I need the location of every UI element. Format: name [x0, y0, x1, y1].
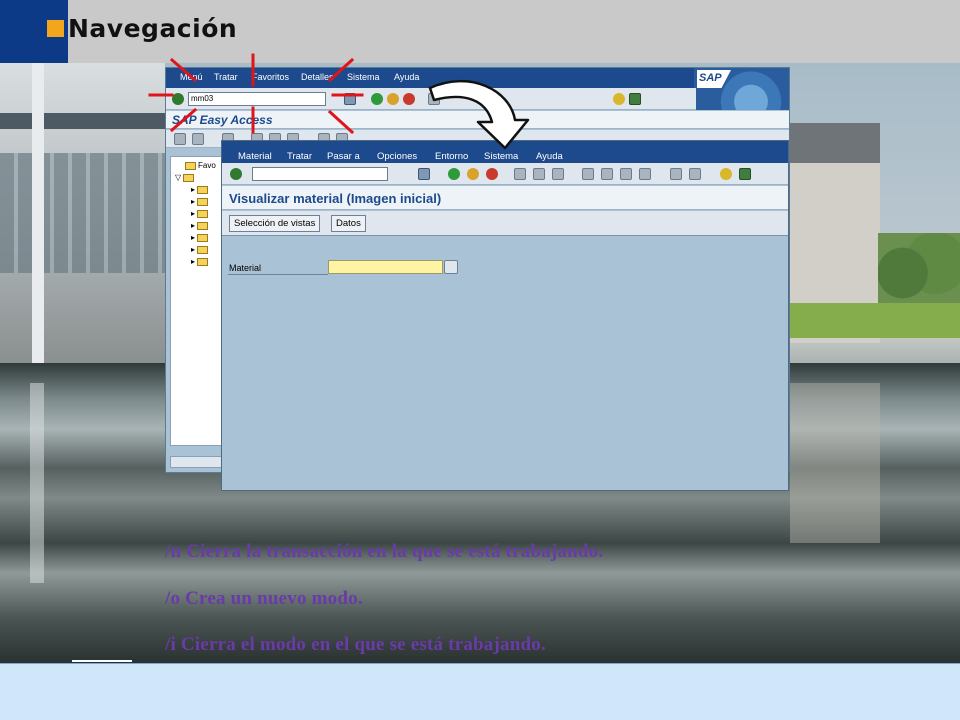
slide-title: Navegación	[68, 14, 238, 43]
sap-logo: SAP	[697, 70, 731, 88]
menu-item-entorno[interactable]: Entorno	[435, 151, 468, 162]
menu-item-opciones[interactable]: Opciones	[377, 151, 417, 162]
menu-item-favoritos[interactable]: Favoritos	[252, 72, 289, 82]
save-icon[interactable]	[344, 93, 356, 105]
cancel-icon[interactable]	[486, 168, 498, 180]
folder-icon	[185, 161, 196, 170]
next-page-icon[interactable]	[620, 168, 632, 180]
back-icon[interactable]	[448, 168, 460, 180]
enter-icon[interactable]	[172, 93, 184, 105]
layout-icon[interactable]	[739, 168, 751, 180]
exit-icon[interactable]	[387, 93, 399, 105]
footer-line	[72, 660, 132, 662]
folder-icon	[197, 221, 209, 230]
previous-page-icon[interactable]	[601, 168, 613, 180]
tree-node[interactable]: ▸	[191, 209, 210, 218]
standard-toolbar	[222, 163, 788, 185]
menubar: Material Tratar Pasar a Opciones Entorno…	[222, 141, 788, 163]
shortcut-icon[interactable]	[689, 168, 701, 180]
tree-node-favorites[interactable]: Favo	[185, 161, 216, 170]
folder-icon	[183, 173, 195, 182]
folder-icon	[197, 185, 209, 194]
title-bar: Visualizar material (Imagen inicial)	[222, 186, 788, 210]
menu-item-tratar[interactable]: Tratar	[287, 151, 312, 162]
new-session-icon[interactable]	[670, 168, 682, 180]
menu-item-material[interactable]: Material	[238, 151, 272, 162]
exit-icon[interactable]	[467, 168, 479, 180]
material-label: Material	[229, 263, 262, 273]
menu-item-ayuda[interactable]: Ayuda	[394, 72, 419, 82]
folder-icon	[197, 197, 209, 206]
tree-node[interactable]: ▸	[191, 245, 210, 254]
material-input[interactable]	[328, 260, 443, 274]
folder-icon	[197, 257, 209, 266]
help-icon[interactable]	[613, 93, 625, 105]
save-icon[interactable]	[418, 168, 430, 180]
tree-node[interactable]: ▸	[191, 257, 210, 266]
print-icon[interactable]	[428, 93, 440, 105]
note-n: /n Cierra la transacción en la que se es…	[165, 541, 604, 562]
application-toolbar: Selección de vistas Datos	[222, 211, 788, 236]
sap-menu-icon[interactable]	[192, 133, 204, 145]
find-next-icon[interactable]	[552, 168, 564, 180]
last-page-icon[interactable]	[639, 168, 651, 180]
footer-band	[0, 663, 960, 720]
menu-tree: Favo ▽ ▸ ▸ ▸ ▸ ▸ ▸ ▸	[170, 156, 222, 446]
command-field[interactable]	[252, 167, 388, 181]
select-views-button[interactable]: Selección de vistas	[229, 215, 321, 232]
menu-item-ayuda[interactable]: Ayuda	[536, 151, 563, 162]
menu-item-detalles[interactable]: Detalles	[301, 72, 334, 82]
data-button[interactable]: Datos	[331, 215, 366, 232]
building-pillar	[32, 63, 44, 363]
water-reflection-building	[790, 383, 880, 543]
standard-toolbar: mm03	[166, 88, 696, 110]
help-icon[interactable]	[720, 168, 732, 180]
tree-node[interactable]: ▸	[191, 185, 210, 194]
cancel-icon[interactable]	[403, 93, 415, 105]
tree-node[interactable]: ▸	[191, 233, 210, 242]
tree-node[interactable]: ▽	[175, 173, 196, 182]
menu-item-tratar[interactable]: Tratar	[214, 72, 238, 82]
menu-item-pasar-a[interactable]: Pasar a	[327, 151, 360, 162]
print-icon[interactable]	[514, 168, 526, 180]
note-i: /i Cierra el modo en el que se está trab…	[165, 634, 546, 655]
grass	[790, 303, 960, 338]
note-o: /o Crea un nuevo modo.	[165, 588, 363, 609]
title-bar: SAP Easy Access	[166, 111, 789, 129]
first-page-icon[interactable]	[582, 168, 594, 180]
material-label-underline	[228, 274, 328, 275]
find-icon[interactable]	[533, 168, 545, 180]
matchcode-icon[interactable]	[444, 260, 458, 274]
menu-item-sistema[interactable]: Sistema	[347, 72, 380, 82]
window-title: Visualizar material (Imagen inicial)	[229, 191, 442, 206]
building-right-roof	[790, 123, 880, 163]
folder-icon	[197, 209, 209, 218]
layout-icon[interactable]	[629, 93, 641, 105]
enter-icon[interactable]	[230, 168, 242, 180]
back-icon[interactable]	[371, 93, 383, 105]
status-bar	[170, 456, 222, 468]
command-field[interactable]: mm03	[188, 92, 326, 106]
material-display-window: Material Tratar Pasar a Opciones Entorno…	[221, 140, 789, 491]
folder-icon	[197, 233, 209, 242]
slide-header: Navegación	[0, 0, 960, 63]
tree-node[interactable]: ▸	[191, 221, 210, 230]
folder-icon	[197, 245, 209, 254]
user-menu-icon[interactable]	[174, 133, 186, 145]
water-reflection-pillar	[30, 383, 44, 583]
menu-item-menu[interactable]: Menú	[180, 72, 203, 82]
tree-node[interactable]: ▸	[191, 197, 210, 206]
menu-item-sistema[interactable]: Sistema	[484, 151, 518, 162]
building-left-glass	[0, 153, 165, 273]
sap-logo-banner: SAP	[694, 68, 789, 110]
building-left-roof	[0, 113, 165, 129]
header-accent-square	[47, 20, 64, 37]
window-title: SAP Easy Access	[172, 113, 273, 127]
